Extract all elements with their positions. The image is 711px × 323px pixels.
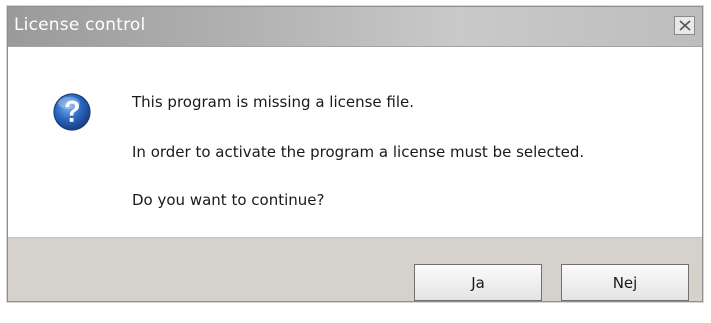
no-button[interactable]: Nej [561, 264, 689, 301]
message-continue-question: Do you want to continue? [132, 191, 325, 209]
message-missing-license: This program is missing a license file. [132, 93, 415, 111]
window-title: License control [14, 15, 146, 35]
license-control-dialog: License control This program is missing … [7, 6, 703, 302]
title-bar[interactable]: License control [8, 7, 702, 47]
yes-button[interactable]: Ja [414, 264, 542, 301]
button-bar: Ja Nej [8, 237, 702, 301]
dialog-content: This program is missing a license file. … [8, 47, 702, 237]
message-activate-instructions: In order to activate the program a licen… [132, 143, 585, 161]
close-button[interactable] [674, 16, 695, 35]
close-icon [678, 20, 691, 31]
question-icon [53, 93, 91, 131]
